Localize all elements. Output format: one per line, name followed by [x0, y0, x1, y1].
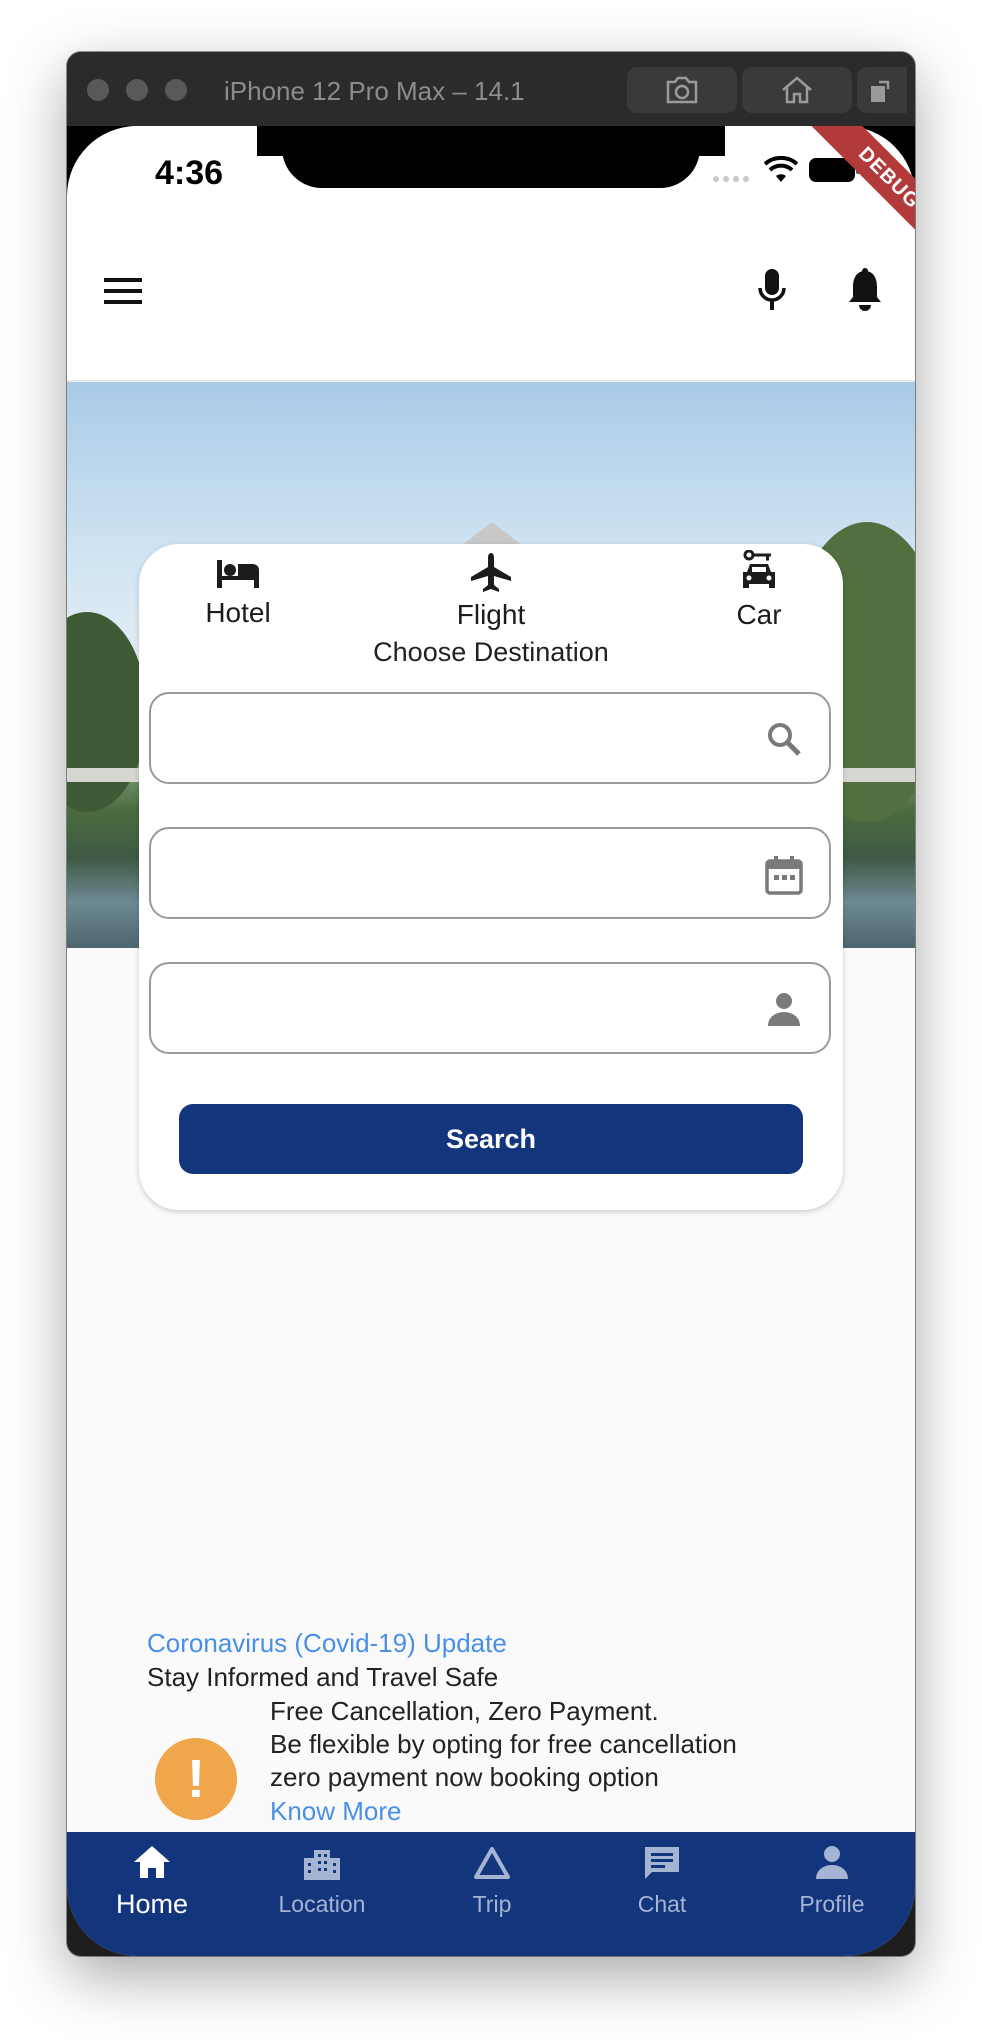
nav-chat[interactable]: Chat — [577, 1844, 747, 1918]
rotate-button[interactable] — [857, 67, 907, 113]
nav-profile-label: Profile — [799, 1891, 865, 1917]
airplane-icon — [471, 553, 511, 592]
screenshot-button[interactable] — [627, 67, 737, 113]
bed-icon — [217, 560, 259, 588]
microphone-icon[interactable] — [757, 268, 787, 312]
calendar-icon[interactable] — [765, 855, 803, 895]
app-bar — [67, 230, 915, 382]
nav-trip-label: Trip — [472, 1891, 512, 1917]
camera-icon — [666, 76, 698, 104]
notification-bell-icon[interactable] — [847, 268, 883, 312]
person-icon — [816, 1846, 848, 1879]
tab-car[interactable]: Car — [709, 549, 809, 631]
guests-input[interactable] — [171, 982, 735, 1036]
covid-update-link[interactable]: Coronavirus (Covid-19) Update — [147, 1628, 507, 1659]
covid-subtitle: Stay Informed and Travel Safe — [147, 1662, 499, 1692]
tab-hotel-label: Hotel — [205, 597, 271, 628]
nav-location[interactable]: Location — [237, 1844, 407, 1918]
know-more-link[interactable]: Know More — [270, 1796, 402, 1827]
menu-icon[interactable] — [104, 276, 142, 306]
promo-line-1: Free Cancellation, Zero Payment. — [270, 1696, 659, 1726]
tab-hotel[interactable]: Hotel — [183, 558, 293, 629]
destination-input[interactable] — [171, 712, 735, 766]
rotate-icon — [871, 80, 890, 102]
guests-field[interactable] — [149, 962, 831, 1054]
simulator-titlebar: iPhone 12 Pro Max – 14.1 — [67, 52, 915, 126]
person-icon[interactable] — [765, 990, 803, 1028]
destination-field[interactable] — [149, 692, 831, 784]
search-card: Hotel Flight Car Choose Destination Sear… — [139, 544, 843, 1210]
date-input[interactable] — [171, 847, 735, 901]
date-field[interactable] — [149, 827, 831, 919]
tab-car-label: Car — [736, 599, 782, 630]
triangle-icon — [474, 1847, 510, 1879]
search-icon[interactable] — [765, 720, 803, 758]
nav-home[interactable]: Home — [67, 1844, 237, 1920]
location-city-icon — [304, 1850, 340, 1880]
phone-screen: 4:36 DEBUG Hotel Flight Car Choose Desti… — [67, 126, 915, 1956]
house-icon — [782, 76, 812, 104]
notch — [282, 126, 700, 188]
bottom-navigation: Home Location Trip Chat Profile — [67, 1832, 915, 1956]
nav-profile[interactable]: Profile — [747, 1844, 915, 1918]
tree-left — [67, 612, 147, 812]
promo-line-3: zero payment now booking option — [270, 1762, 659, 1792]
close-window-dot[interactable] — [87, 79, 109, 101]
nav-home-label: Home — [115, 1889, 189, 1919]
nav-trip[interactable]: Trip — [407, 1844, 577, 1918]
promo-line-2: Be flexible by opting for free cancellat… — [270, 1729, 737, 1759]
cellular-signal-icon — [713, 176, 749, 182]
home-hardware-button[interactable] — [742, 67, 852, 113]
chat-icon — [645, 1847, 679, 1879]
search-button[interactable]: Search — [179, 1104, 803, 1174]
tab-flight[interactable]: Flight — [436, 552, 546, 631]
nav-location-label: Location — [278, 1891, 366, 1917]
simulator-window: iPhone 12 Pro Max – 14.1 4:36 DEBUG Hote… — [67, 52, 915, 1956]
nav-chat-label: Chat — [637, 1891, 687, 1917]
car-icon — [743, 549, 775, 588]
choose-destination-label: Choose Destination — [373, 637, 609, 667]
simulator-title: iPhone 12 Pro Max – 14.1 — [224, 76, 525, 106]
wifi-icon — [764, 156, 798, 182]
warning-icon: ! — [155, 1738, 237, 1820]
home-icon — [134, 1846, 170, 1878]
zoom-window-dot[interactable] — [165, 79, 187, 101]
minimize-window-dot[interactable] — [126, 79, 148, 101]
status-time: 4:36 — [155, 154, 224, 192]
tab-flight-label: Flight — [456, 599, 526, 630]
